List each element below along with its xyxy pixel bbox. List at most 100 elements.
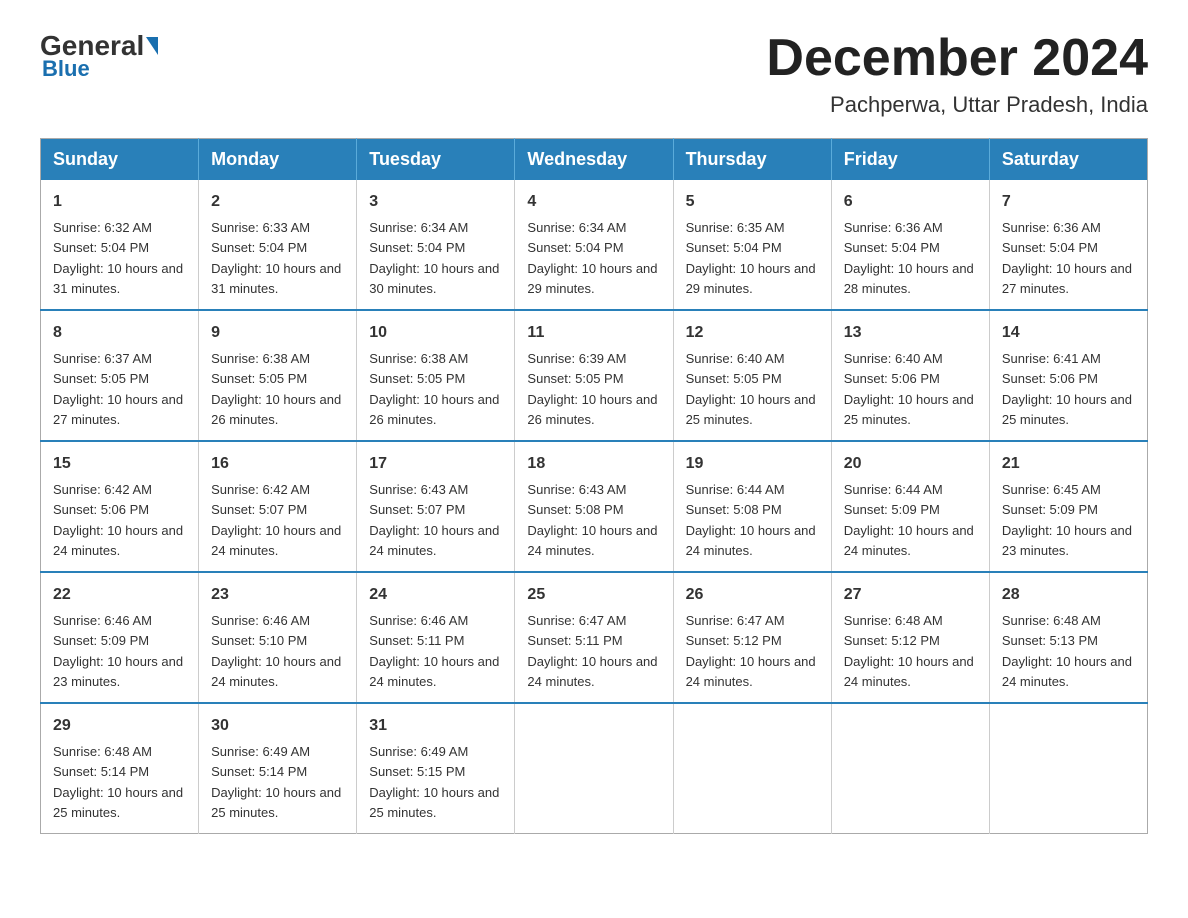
day-info: Sunrise: 6:34 AMSunset: 5:04 PMDaylight:… [369,220,499,296]
day-number: 16 [211,452,344,476]
day-info: Sunrise: 6:49 AMSunset: 5:15 PMDaylight:… [369,744,499,820]
day-number: 13 [844,321,977,345]
day-number: 5 [686,190,819,214]
day-number: 18 [527,452,660,476]
table-row: 11Sunrise: 6:39 AMSunset: 5:05 PMDayligh… [515,310,673,441]
day-info: Sunrise: 6:42 AMSunset: 5:06 PMDaylight:… [53,482,183,558]
day-number: 28 [1002,583,1135,607]
calendar-table: Sunday Monday Tuesday Wednesday Thursday… [40,138,1148,834]
day-number: 9 [211,321,344,345]
col-tuesday: Tuesday [357,139,515,181]
day-number: 26 [686,583,819,607]
table-row: 28 Sunrise: 6:48 AMSunset: 5:13 PMDayligh… [989,572,1147,703]
col-saturday: Saturday [989,139,1147,181]
day-info: Sunrise: 6:45 AMSunset: 5:09 PMDaylight:… [1002,482,1132,558]
day-info: Sunrise: 6:33 AMSunset: 5:04 PMDaylight:… [211,220,341,296]
calendar-week-row: 29 Sunrise: 6:48 AMSunset: 5:14 PMDayligh… [41,703,1148,834]
day-info: Sunrise: 6:34 AMSunset: 5:04 PMDaylight:… [527,220,657,296]
day-info: Sunrise: 6:36 AMSunset: 5:04 PMDaylight:… [844,220,974,296]
day-number: 20 [844,452,977,476]
day-number: 30 [211,714,344,738]
table-row: 1 Sunrise: 6:32 AMSunset: 5:04 PMDaylight… [41,180,199,310]
title-area: December 2024 Pachperwa, Uttar Pradesh, … [766,30,1148,118]
table-row: 22 Sunrise: 6:46 AMSunset: 5:09 PMDayligh… [41,572,199,703]
day-number: 31 [369,714,502,738]
day-info: Sunrise: 6:43 AMSunset: 5:08 PMDaylight:… [527,482,657,558]
col-thursday: Thursday [673,139,831,181]
day-number: 27 [844,583,977,607]
day-info: Sunrise: 6:48 AMSunset: 5:12 PMDaylight:… [844,613,974,689]
day-number: 21 [1002,452,1135,476]
logo-blue-text: Blue [42,56,90,82]
day-info: Sunrise: 6:48 AMSunset: 5:13 PMDaylight:… [1002,613,1132,689]
table-row: 19 Sunrise: 6:44 AMSunset: 5:08 PMDayligh… [673,441,831,572]
calendar-header-row: Sunday Monday Tuesday Wednesday Thursday… [41,139,1148,181]
day-info: Sunrise: 6:44 AMSunset: 5:09 PMDaylight:… [844,482,974,558]
calendar-week-row: 22 Sunrise: 6:46 AMSunset: 5:09 PMDayligh… [41,572,1148,703]
day-number: 1 [53,190,186,214]
day-info: Sunrise: 6:48 AMSunset: 5:14 PMDaylight:… [53,744,183,820]
day-number: 2 [211,190,344,214]
day-number: 24 [369,583,502,607]
day-number: 23 [211,583,344,607]
day-number: 25 [527,583,660,607]
day-info: Sunrise: 6:38 AMSunset: 5:05 PMDaylight:… [211,351,341,427]
day-info: Sunrise: 6:40 AMSunset: 5:06 PMDaylight:… [844,351,974,427]
table-row: 2 Sunrise: 6:33 AMSunset: 5:04 PMDaylight… [199,180,357,310]
table-row: 27 Sunrise: 6:48 AMSunset: 5:12 PMDayligh… [831,572,989,703]
table-row: 23 Sunrise: 6:46 AMSunset: 5:10 PMDayligh… [199,572,357,703]
calendar-week-row: 1 Sunrise: 6:32 AMSunset: 5:04 PMDaylight… [41,180,1148,310]
day-number: 3 [369,190,502,214]
table-row: 10Sunrise: 6:38 AMSunset: 5:05 PMDayligh… [357,310,515,441]
day-info: Sunrise: 6:47 AMSunset: 5:11 PMDaylight:… [527,613,657,689]
table-row: 12Sunrise: 6:40 AMSunset: 5:05 PMDayligh… [673,310,831,441]
table-row: 20 Sunrise: 6:44 AMSunset: 5:09 PMDayligh… [831,441,989,572]
col-sunday: Sunday [41,139,199,181]
calendar-week-row: 15 Sunrise: 6:42 AMSunset: 5:06 PMDayligh… [41,441,1148,572]
table-row: 6 Sunrise: 6:36 AMSunset: 5:04 PMDaylight… [831,180,989,310]
table-row: 21 Sunrise: 6:45 AMSunset: 5:09 PMDayligh… [989,441,1147,572]
day-info: Sunrise: 6:46 AMSunset: 5:09 PMDaylight:… [53,613,183,689]
month-title: December 2024 [766,30,1148,87]
table-row: 18 Sunrise: 6:43 AMSunset: 5:08 PMDayligh… [515,441,673,572]
day-info: Sunrise: 6:37 AMSunset: 5:05 PMDaylight:… [53,351,183,427]
table-row: 5 Sunrise: 6:35 AMSunset: 5:04 PMDaylight… [673,180,831,310]
table-row: 3 Sunrise: 6:34 AMSunset: 5:04 PMDaylight… [357,180,515,310]
day-info: Sunrise: 6:42 AMSunset: 5:07 PMDaylight:… [211,482,341,558]
day-number: 17 [369,452,502,476]
day-number: 15 [53,452,186,476]
day-info: Sunrise: 6:39 AMSunset: 5:05 PMDaylight:… [527,351,657,427]
day-number: 6 [844,190,977,214]
day-info: Sunrise: 6:46 AMSunset: 5:10 PMDaylight:… [211,613,341,689]
day-info: Sunrise: 6:47 AMSunset: 5:12 PMDaylight:… [686,613,816,689]
day-number: 12 [686,321,819,345]
table-row: 13 Sunrise: 6:40 AMSunset: 5:06 PMDayligh… [831,310,989,441]
day-info: Sunrise: 6:49 AMSunset: 5:14 PMDaylight:… [211,744,341,820]
table-row: 31 Sunrise: 6:49 AMSunset: 5:15 PMDayligh… [357,703,515,834]
day-info: Sunrise: 6:46 AMSunset: 5:11 PMDaylight:… [369,613,499,689]
logo: General Blue [40,30,160,82]
day-number: 8 [53,321,186,345]
page-header: General Blue December 2024 Pachperwa, Ut… [40,30,1148,118]
day-number: 22 [53,583,186,607]
location-title: Pachperwa, Uttar Pradesh, India [766,92,1148,118]
day-info: Sunrise: 6:35 AMSunset: 5:04 PMDaylight:… [686,220,816,296]
table-row: 29 Sunrise: 6:48 AMSunset: 5:14 PMDayligh… [41,703,199,834]
table-row: 9 Sunrise: 6:38 AMSunset: 5:05 PMDaylight… [199,310,357,441]
day-info: Sunrise: 6:43 AMSunset: 5:07 PMDaylight:… [369,482,499,558]
col-wednesday: Wednesday [515,139,673,181]
day-info: Sunrise: 6:44 AMSunset: 5:08 PMDaylight:… [686,482,816,558]
day-number: 19 [686,452,819,476]
table-row: 14 Sunrise: 6:41 AMSunset: 5:06 PMDayligh… [989,310,1147,441]
logo-arrow-icon [146,37,158,55]
day-info: Sunrise: 6:32 AMSunset: 5:04 PMDaylight:… [53,220,183,296]
day-info: Sunrise: 6:41 AMSunset: 5:06 PMDaylight:… [1002,351,1132,427]
day-info: Sunrise: 6:36 AMSunset: 5:04 PMDaylight:… [1002,220,1132,296]
day-number: 4 [527,190,660,214]
table-row [673,703,831,834]
col-friday: Friday [831,139,989,181]
day-number: 29 [53,714,186,738]
day-number: 14 [1002,321,1135,345]
table-row: 26 Sunrise: 6:47 AMSunset: 5:12 PMDayligh… [673,572,831,703]
table-row [831,703,989,834]
